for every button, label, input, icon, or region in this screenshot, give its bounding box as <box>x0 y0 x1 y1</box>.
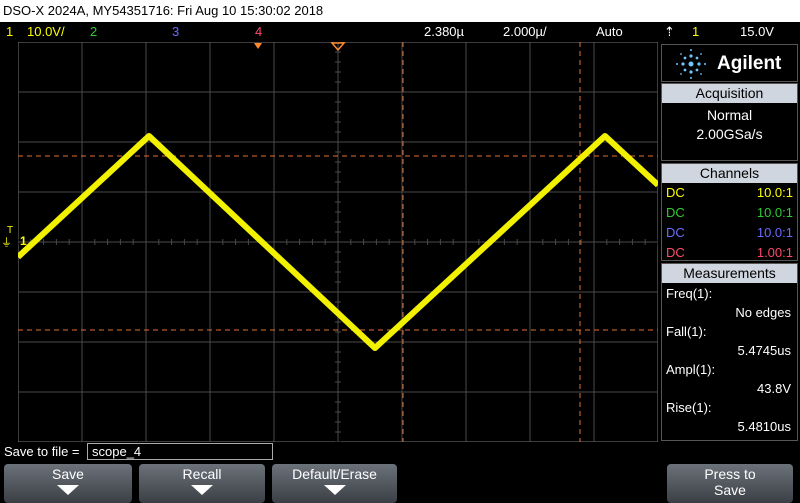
channel-row-1[interactable]: DC 10.0:1 <box>662 183 797 203</box>
ground-icon: ⏚ <box>1 237 12 249</box>
arrow-down-icon <box>323 485 346 495</box>
left-markers: T ⏚ 1 <box>0 225 30 265</box>
sample-rate: 2.00GSa/s <box>696 126 763 142</box>
right-panel: Agilent Acquisition Normal 2.00GSa/s Cha… <box>659 42 800 441</box>
ch2-probe: 10.0:1 <box>756 205 793 220</box>
save-softkey-label: Save <box>52 466 84 482</box>
agilent-logo: Agilent <box>662 45 797 83</box>
brand-name: Agilent <box>717 53 782 74</box>
save-to-file-label: Save to file = <box>4 444 80 459</box>
default-erase-softkey-label: Default/Erase <box>292 466 377 482</box>
acquisition-box: Acquisition Normal 2.00GSa/s <box>661 83 798 161</box>
trigger-edge-icon: ⇡ <box>664 24 675 39</box>
save-bar: Save to file = <box>0 442 800 462</box>
ch1-coupling: DC <box>666 185 685 200</box>
ch3-probe: 10.0:1 <box>756 225 793 240</box>
agilent-spark-icon <box>676 49 706 79</box>
acquisition-header: Acquisition <box>662 84 797 103</box>
title-text: DSO-X 2024A, MY54351716: Fri Aug 10 15:3… <box>3 3 324 18</box>
channel-row-4[interactable]: DC 1.00:1 <box>662 243 797 263</box>
measurement-fall[interactable]: Fall(1): 5.4745us <box>662 323 797 361</box>
filename-input[interactable] <box>87 443 273 460</box>
ch1-ground-marker[interactable]: 1 <box>20 234 27 248</box>
channels-box: Channels DC 10.0:1 DC 10.0:1 DC 10.0:1 D… <box>661 163 798 261</box>
waveform-display[interactable] <box>18 42 658 442</box>
measurements-header: Measurements <box>662 264 797 283</box>
measurement-ampl[interactable]: Ampl(1): 43.8V <box>662 361 797 399</box>
title-bar: DSO-X 2024A, MY54351716: Fri Aug 10 15:3… <box>0 0 800 22</box>
trigger-mode[interactable]: Auto <box>596 22 623 42</box>
measurement-freq[interactable]: Freq(1): No edges <box>662 285 797 323</box>
measurement-value: No edges <box>735 305 791 320</box>
measurement-label: Fall(1): <box>666 324 707 339</box>
time-scale[interactable]: 2.000µ/ <box>503 22 547 42</box>
ch4-number[interactable]: 4 <box>255 22 262 42</box>
ch3-number[interactable]: 3 <box>172 22 179 42</box>
measurement-rise[interactable]: Rise(1): 5.4810us <box>662 399 797 437</box>
ch3-coupling: DC <box>666 225 685 240</box>
save-softkey[interactable]: Save <box>4 464 132 503</box>
recall-softkey[interactable]: Recall <box>139 464 265 503</box>
ch4-probe: 1.00:1 <box>756 245 793 260</box>
press-to-save-label: Save <box>714 482 746 498</box>
default-erase-softkey[interactable]: Default/Erase <box>272 464 397 503</box>
press-to-label: Press to <box>704 466 756 482</box>
ch4-coupling: DC <box>666 245 685 260</box>
ch2-number[interactable]: 2 <box>90 22 97 42</box>
arrow-down-icon <box>57 485 79 495</box>
time-offset[interactable]: 2.380µ <box>424 22 464 42</box>
press-to-save-softkey[interactable]: Press to Save <box>667 464 793 503</box>
status-bar: 1 10.0V/ 2 3 4 2.380µ 2.000µ/ Auto ⇡ 1 1… <box>0 22 800 42</box>
channel-row-3[interactable]: DC 10.0:1 <box>662 223 797 243</box>
measurement-value: 5.4745us <box>737 343 792 358</box>
channel-row-2[interactable]: DC 10.0:1 <box>662 203 797 223</box>
measurement-value: 43.8V <box>757 381 791 396</box>
measurement-label: Rise(1): <box>666 400 712 415</box>
arrow-down-icon <box>191 485 213 495</box>
channels-header: Channels <box>662 164 797 183</box>
measurement-label: Freq(1): <box>666 286 713 301</box>
measurements-box: Measurements Freq(1): No edges Fall(1): … <box>661 263 798 441</box>
measurement-label: Ampl(1): <box>666 362 716 377</box>
ch1-number[interactable]: 1 <box>6 22 13 42</box>
ch2-coupling: DC <box>666 205 685 220</box>
measurement-value: 5.4810us <box>737 419 792 434</box>
recall-softkey-label: Recall <box>182 466 222 482</box>
trigger-source[interactable]: 1 <box>692 22 699 42</box>
trigger-level[interactable]: 15.0V <box>740 22 774 42</box>
brand-box: Agilent <box>661 44 798 82</box>
ch1-scale[interactable]: 10.0V/ <box>27 22 65 42</box>
ch1-probe: 10.0:1 <box>756 185 793 200</box>
acquisition-mode: Normal <box>706 107 753 123</box>
